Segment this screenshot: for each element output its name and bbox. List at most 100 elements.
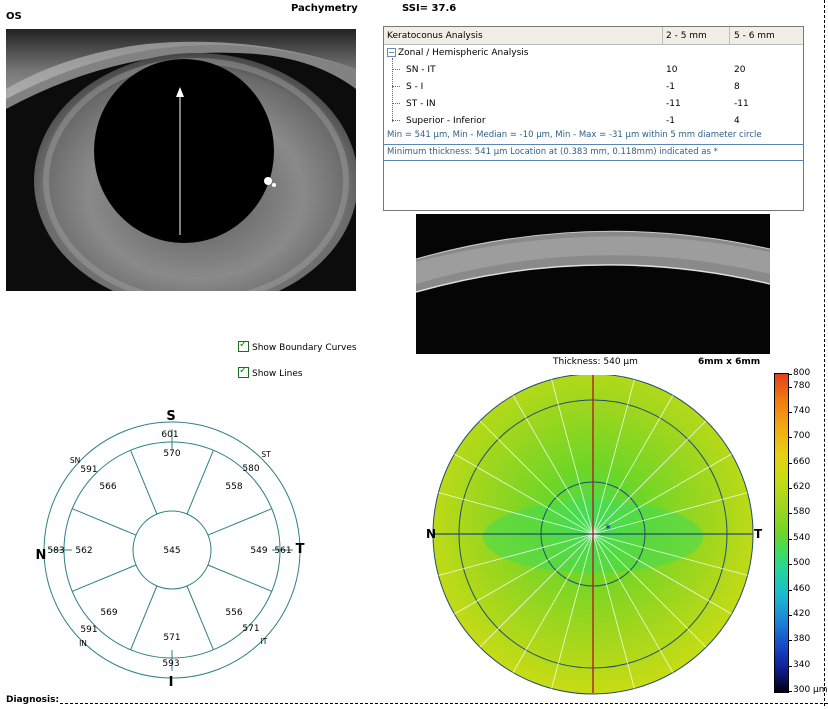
sector-outer-i: 593 [162,659,179,669]
checkbox-checked-icon[interactable] [238,339,249,352]
bottom-dashed-divider [60,703,828,704]
checkbox-checked-icon[interactable] [238,365,249,378]
colorbar-tick-label: 780 [793,380,811,391]
colorbar-tick-mark [788,640,792,642]
thickness-colorbar [774,373,789,693]
kc-row-value-2: 20 [734,65,746,75]
kc-row-label: ST - IN [406,99,436,109]
kc-row-value-1: -1 [666,82,675,92]
orientation-temporal: T [296,542,305,557]
report-title: Pachymetry [291,3,358,14]
sector-outer-s: 601 [161,430,178,440]
eye-label: OS [6,11,22,22]
colorbar-tick-mark [788,538,792,540]
ssi-value: SSI= 37.6 [402,3,457,14]
colorbar-tick-mark [788,374,792,375]
kc-row-st-in[interactable]: ST - IN -11 -11 [384,96,803,112]
colorbar-tick-mark [788,488,792,490]
kc-col-5-6: 5 - 6 mm [734,31,775,41]
orientation-nasal: N [36,548,47,563]
colorbar-tick-mark [788,665,792,667]
sector-inner-i: 571 [163,633,180,643]
colorbar-tick-label: 660 [793,456,811,467]
thickness-map-temporal-label: T [754,527,763,541]
colorbar-tick-mark [788,614,792,616]
kc-row-label: Superior - Inferior [406,116,486,126]
kc-row-value-2: 4 [734,116,740,126]
sector-inner-s: 570 [163,449,180,459]
colorbar-tick-mark [788,386,792,388]
sector-inner-sn: 566 [99,482,116,492]
sector-corner-st: ST [261,450,271,459]
collapse-icon[interactable]: − [387,48,396,57]
show-boundary-curves-checkbox[interactable]: Show Boundary Curves [238,339,357,353]
sector-inner-n: 562 [75,546,92,556]
sector-corner-sn: SN [70,456,80,465]
kc-group-label: Zonal / Hemispheric Analysis [398,48,529,58]
sector-outer-sn: 591 [80,465,97,475]
colorbar-tick-mark [788,513,792,515]
colorbar-tick-label: 300 µm [793,685,828,695]
kc-row-value-2: -11 [734,99,749,109]
kc-group-row[interactable]: − Zonal / Hemispheric Analysis [384,45,803,61]
kc-title: Keratoconus Analysis [387,31,483,41]
sector-inner-in: 569 [100,608,117,618]
colorbar-tick-label: 580 [793,507,811,518]
sector-outer-n: 583 [47,546,64,556]
keratoconus-panel: Keratoconus Analysis 2 - 5 mm 5 - 6 mm −… [383,26,804,211]
sector-center-value: 545 [163,546,180,556]
kc-row-label: SN - IT [406,65,436,75]
colorbar-tick-label: 740 [793,406,811,417]
thickness-map-nasal-label: N [426,527,436,541]
colorbar-tick-label: 800 [793,368,811,378]
kc-min-summary: Min = 541 µm, Min - Median = -10 µm, Min… [387,130,762,140]
sector-corner-it: IT [261,637,268,646]
show-lines-label: Show Lines [252,369,303,379]
colorbar-tick-label: 420 [793,608,811,619]
colorbar-tick-label: 380 [793,634,811,645]
sector-corner-in: IN [79,639,87,648]
sector-inner-t: 549 [250,546,267,556]
kc-row-label: S - I [406,82,424,92]
right-dashed-divider [824,0,825,706]
kc-row-value-1: -1 [666,116,675,126]
sector-inner-st: 558 [225,482,242,492]
minimum-thickness-marker: * [605,522,611,536]
colorbar-tick-mark [788,412,792,414]
colorbar-tick-mark [788,691,792,692]
colorbar-tick-label: 460 [793,583,811,594]
colorbar-tick-label: 620 [793,482,811,493]
kc-header: Keratoconus Analysis 2 - 5 mm 5 - 6 mm [384,27,803,45]
orientation-inferior: I [169,675,174,690]
colorbar-tick-label: 500 [793,558,811,569]
colorbar-tick-mark [788,589,792,591]
colorbar-tick-mark [788,564,792,566]
kc-row-sn-it[interactable]: SN - IT 10 20 [384,62,803,78]
kc-row-superior-inferior[interactable]: Superior - Inferior -1 4 [384,113,803,129]
sector-outer-in: 591 [80,625,97,635]
scan-size-label: 6mm x 6mm [698,357,761,367]
show-lines-checkbox[interactable]: Show Lines [238,365,303,379]
kc-row-value-1: 10 [666,65,678,75]
thickness-color-map: * N T [418,373,828,705]
sector-outer-st: 580 [242,464,259,474]
colorbar-tick-label: 540 [793,532,811,543]
colorbar-tick-mark [788,462,792,464]
colorbar-tick-mark [788,437,792,439]
orientation-superior: S [166,409,175,424]
sector-outer-t: 561 [274,546,291,556]
eye-photo [6,29,356,291]
colorbar-tick-label: 700 [793,431,811,442]
show-boundary-curves-label: Show Boundary Curves [252,343,357,353]
diagnosis-label: Diagnosis: [6,695,60,705]
kc-col-2-5: 2 - 5 mm [666,31,707,41]
sector-thickness-map: 545 570 558 549 556 571 569 562 566 601 … [0,400,360,700]
colorbar-tick-label: 340 [793,659,811,670]
oct-thickness-label: Thickness: 540 µm [553,357,638,367]
kc-row-s-i[interactable]: S - I -1 8 [384,79,803,95]
sector-inner-it: 556 [225,608,242,618]
kc-row-value-2: 8 [734,82,740,92]
oct-bscan-image [416,214,770,354]
kc-min-location: Minimum thickness: 541 µm Location at (0… [387,147,718,157]
kc-row-value-1: -11 [666,99,681,109]
